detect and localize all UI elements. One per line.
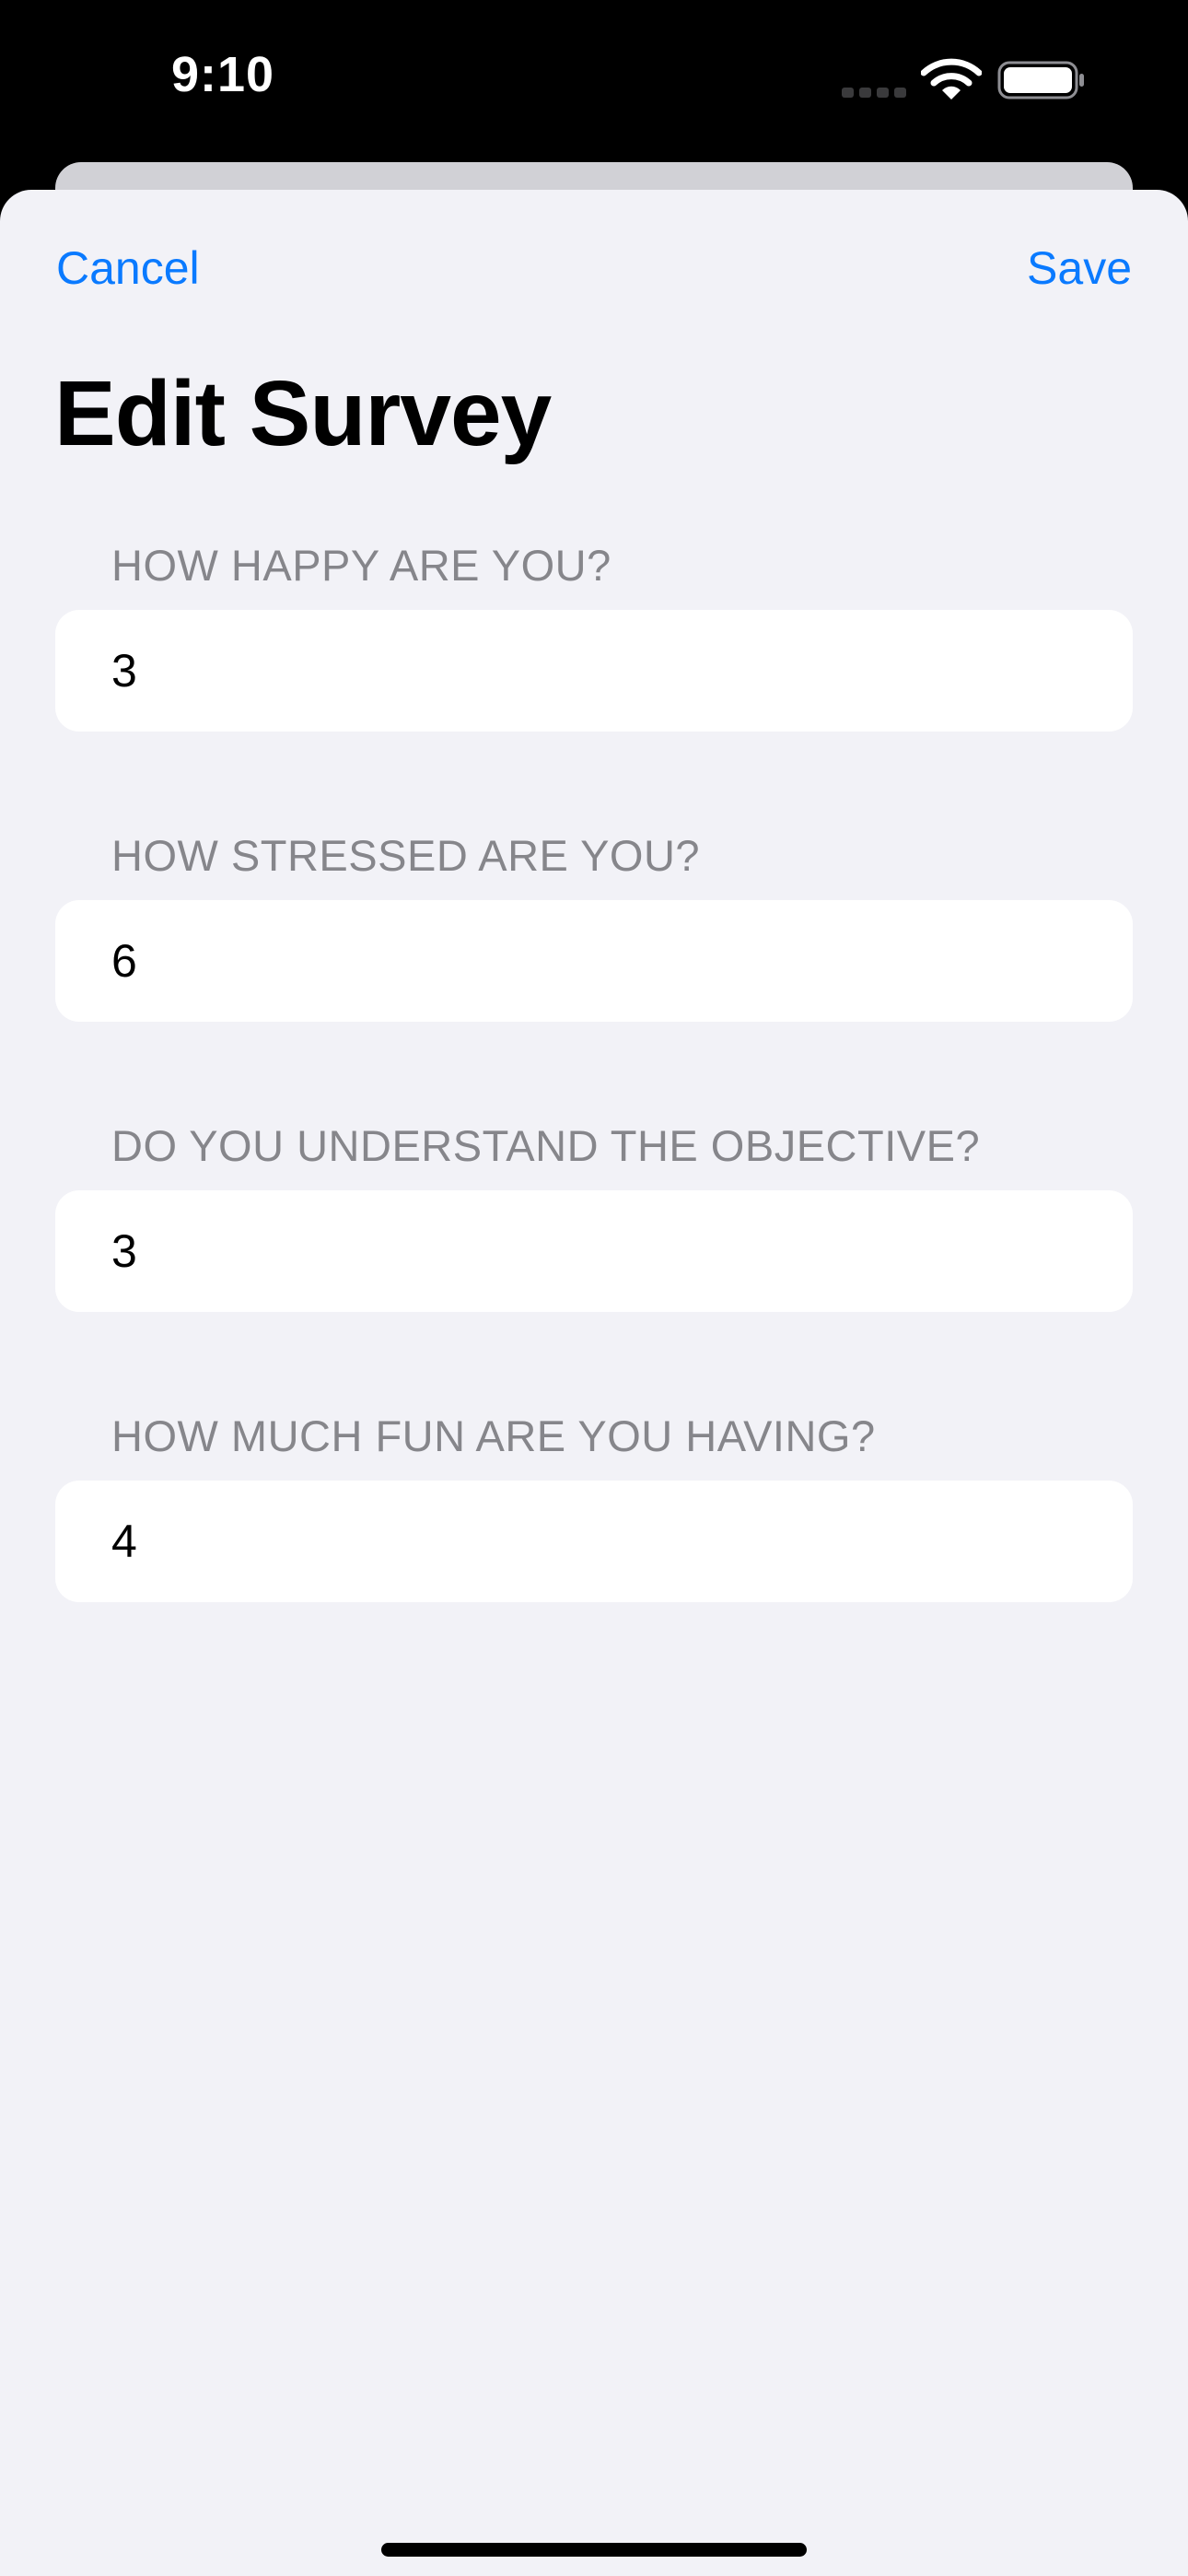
cancel-button[interactable]: Cancel [56,241,200,295]
fun-input[interactable] [111,1481,1088,1602]
fun-field[interactable] [55,1481,1133,1602]
edit-survey-sheet: Cancel Save Edit Survey HOW HAPPY ARE YO… [0,190,1188,2576]
objective-input[interactable] [111,1190,1088,1312]
objective-field[interactable] [55,1190,1133,1312]
section-header: HOW MUCH FUN ARE YOU HAVING? [111,1411,876,1460]
status-bar: 9:10 [0,0,1188,166]
section-header: HOW STRESSED ARE YOU? [111,831,701,880]
stress-field[interactable] [55,900,1133,1022]
wifi-icon [921,58,982,100]
battery-icon [997,61,1084,100]
status-time: 9:10 [171,47,275,102]
happiness-field[interactable] [55,610,1133,732]
save-button[interactable]: Save [1027,241,1132,295]
page-title: Edit Survey [54,362,552,465]
happiness-input[interactable] [111,610,1088,732]
stress-input[interactable] [111,900,1088,1022]
section-header: HOW HAPPY ARE YOU? [111,541,611,590]
cellular-icon [842,88,906,98]
section-header: DO YOU UNDERSTAND THE OBJECTIVE? [111,1121,981,1170]
home-indicator[interactable] [381,2543,807,2557]
